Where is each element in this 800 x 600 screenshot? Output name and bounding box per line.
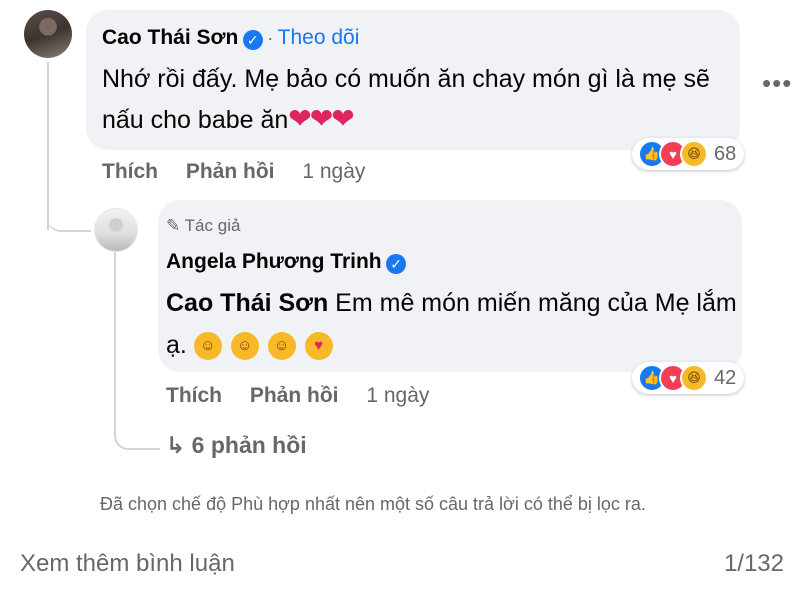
- comment-text-line1: Nhớ rồi đấy. Mẹ bảo có muốn ăn chay món …: [102, 65, 710, 93]
- reactions-summary[interactable]: 👍 ♥ 😆 68: [632, 138, 745, 170]
- reply-reaction-count: 42: [714, 366, 737, 389]
- smiling-hearts-emoji-icon: ☺: [193, 332, 222, 361]
- mention-link[interactable]: Cao Thái Sơn: [166, 289, 328, 317]
- verified-badge-icon: ✓: [242, 29, 263, 50]
- comment-actions: Thích Phản hồi 1 ngày: [102, 160, 365, 184]
- view-replies-label: 6 phản hồi: [191, 432, 307, 458]
- reply-thread-line: [114, 252, 116, 432]
- hearts-emoji: ❤❤❤: [288, 103, 354, 134]
- follow-button[interactable]: Theo dõi: [278, 26, 360, 49]
- reply-reactions-summary[interactable]: 👍 ♥ 😆 42: [632, 362, 745, 394]
- reply-button[interactable]: Phản hồi: [250, 384, 339, 407]
- comment-header: Cao Thái Sơn ✓ · Theo dõi: [102, 26, 359, 50]
- like-button[interactable]: Thích: [102, 160, 158, 183]
- haha-reaction-icon: 😆: [680, 364, 708, 392]
- pen-icon: ✎: [166, 216, 181, 235]
- reply-header: Angela Phương Trinh ✓: [166, 250, 407, 274]
- reply-text: Em mê món miến măng của Mẹ lắm: [328, 289, 737, 317]
- avatar[interactable]: [24, 10, 72, 58]
- reply-arrow-icon: ↳: [166, 432, 186, 458]
- reply-timestamp[interactable]: 1 ngày: [366, 384, 429, 407]
- smiling-hearts-emoji-icon: ☺: [230, 332, 259, 361]
- comment-text: nấu cho babe ăn: [102, 106, 289, 134]
- reaction-count: 68: [714, 142, 737, 165]
- comment-author-name[interactable]: Cao Thái Sơn: [102, 26, 238, 49]
- reply-author-name[interactable]: Angela Phương Trinh: [166, 250, 382, 273]
- reply-text-line1: Cao Thái Sơn Em mê món miến măng của Mẹ …: [166, 284, 737, 322]
- thread-connector: [47, 200, 91, 232]
- comment-count: 1/132: [723, 550, 784, 577]
- verified-badge-icon: ✓: [386, 253, 407, 274]
- view-more-comments-link[interactable]: Xem thêm bình luận: [20, 550, 235, 578]
- separator: ·: [267, 28, 274, 48]
- reply-avatar[interactable]: [94, 208, 138, 252]
- author-badge-label: Tác giả: [184, 216, 241, 235]
- filter-note: Đã chọn chế độ Phù hợp nhất nên một số c…: [100, 494, 646, 514]
- comment-timestamp[interactable]: 1 ngày: [302, 160, 365, 183]
- reply-text-line2: ạ. ☺ ☺ ☺ ♥: [166, 326, 335, 364]
- heart-eyes-emoji-icon: ♥: [304, 332, 333, 361]
- view-replies-button[interactable]: ↳ 6 phản hồi: [166, 432, 307, 459]
- reply-button[interactable]: Phản hồi: [186, 160, 275, 183]
- reply-text-end: ạ.: [166, 331, 187, 359]
- haha-reaction-icon: 😆: [680, 140, 708, 168]
- more-options-icon[interactable]: •••: [762, 68, 792, 99]
- author-badge: ✎ Tác giả: [166, 216, 240, 236]
- reply-actions: Thích Phản hồi 1 ngày: [166, 384, 429, 408]
- comment-text-line2: nấu cho babe ăn❤❤❤: [102, 100, 355, 139]
- blushing-emoji-icon: ☺: [267, 332, 296, 361]
- like-button[interactable]: Thích: [166, 384, 222, 407]
- reply-thread-connector: [114, 420, 160, 450]
